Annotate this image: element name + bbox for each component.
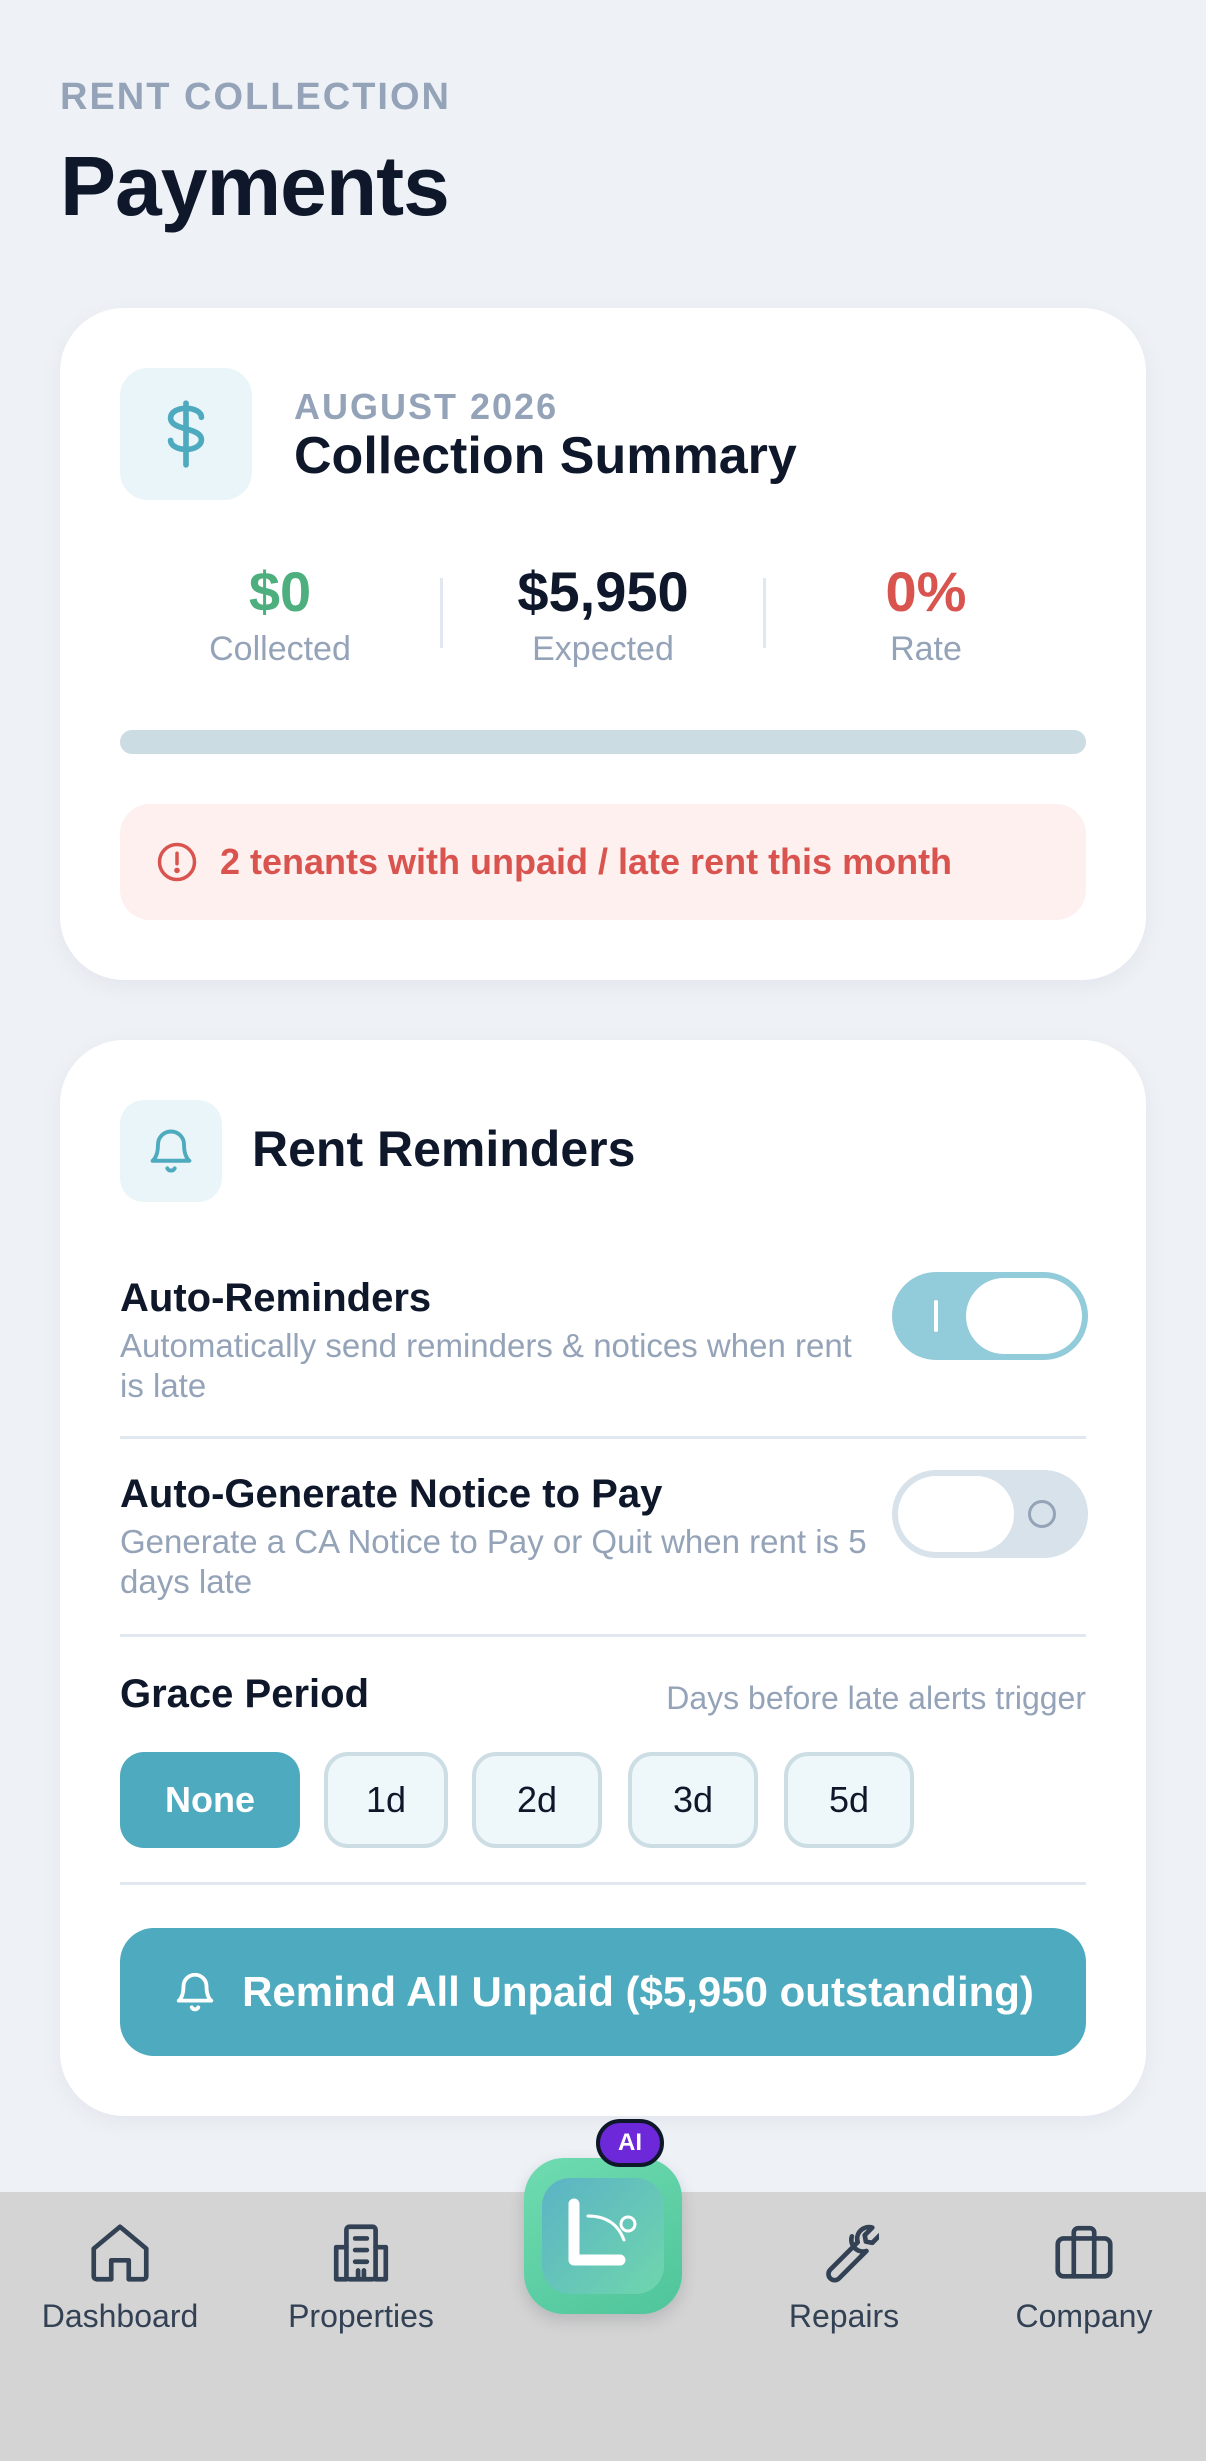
dollar-icon [167,400,205,468]
stat-collected: $0 Collected [120,560,440,669]
stat-rate: 0% Rate [766,560,1086,669]
bell-icon [150,1129,192,1173]
grace-period-title: Grace Period [120,1672,370,1716]
auto-reminders-description: Automatically send reminders & notices w… [120,1327,852,1404]
home-icon [91,2224,149,2282]
bell-icon-tile [120,1100,222,1202]
summary-title: Collection Summary [294,427,797,485]
auto-notice-description: Generate a CA Notice to Pay or Quit when… [120,1523,867,1600]
auto-reminders-title: Auto-Reminders [120,1276,432,1320]
nav-item-dashboard[interactable]: Dashboard [20,2218,220,2335]
stat-rate-label: Rate [890,630,962,668]
stat-collected-value: $0 [248,560,312,623]
payments-screen: RENT COLLECTION Payments AUGUST 2026 Col… [0,0,1206,2461]
briefcase-icon [1055,2225,1113,2279]
building-icon [333,2224,389,2282]
row-divider [120,1436,1086,1439]
grace-option-none[interactable]: None [120,1752,300,1848]
toggle-knob [966,1278,1082,1354]
bell-icon [176,1972,214,2012]
nav-item-repairs[interactable]: Repairs [744,2218,944,2335]
grace-option-3d[interactable]: 3d [628,1752,758,1848]
dollar-icon-tile [120,368,252,500]
collection-progress-bar [120,730,1086,754]
alert-text: 2 tenants with unpaid / late rent this m… [220,841,953,882]
toggle-on-mark [934,1300,938,1332]
ai-badge: AI [596,2119,664,2167]
nav-label-dashboard: Dashboard [41,2298,199,2334]
alert-circle-icon [157,842,197,882]
app-logo-tile [542,2178,664,2294]
auto-notice-toggle[interactable] [892,1470,1088,1558]
nav-label-properties: Properties [288,2298,434,2334]
page-title: Payments [60,139,450,233]
stat-expected-label: Expected [532,630,674,668]
nav-item-properties[interactable]: Properties [261,2218,461,2335]
collection-summary-card: AUGUST 2026 Collection Summary $0 Collec… [60,308,1146,980]
remind-all-unpaid-button[interactable]: Remind All Unpaid ($5,950 outstanding) [120,1928,1086,2056]
grace-period-hint: Days before late alerts trigger [666,1680,1086,1716]
auto-notice-title: Auto-Generate Notice to Pay [120,1472,663,1516]
rent-reminders-card: Rent Reminders Auto-Reminders Automatica… [60,1040,1146,2116]
summary-period: AUGUST 2026 [294,386,559,427]
stat-rate-value: 0% [885,560,967,623]
page-eyebrow: RENT COLLECTION [60,76,451,118]
toggle-knob [898,1476,1014,1552]
remind-all-unpaid-label: Remind All Unpaid ($5,950 outstanding) [242,1968,1034,2015]
reminders-title: Rent Reminders [252,1121,636,1177]
stat-expected-value: $5,950 [517,560,689,623]
nav-label-repairs: Repairs [788,2298,900,2334]
row-divider [120,1634,1086,1637]
toggle-off-mark [1028,1500,1056,1528]
grace-option-5d[interactable]: 5d [784,1752,914,1848]
auto-reminders-toggle[interactable] [892,1272,1088,1360]
app-logo-icon [568,2198,637,2266]
late-rent-alert: 2 tenants with unpaid / late rent this m… [120,804,1086,920]
stat-collected-label: Collected [209,630,351,668]
ai-assistant-button[interactable] [524,2158,682,2314]
nav-label-company: Company [1015,2298,1153,2334]
wrench-icon [826,2224,879,2283]
grace-option-2d[interactable]: 2d [472,1752,602,1848]
stat-expected: $5,950 Expected [443,560,763,669]
grace-option-1d[interactable]: 1d [324,1752,448,1848]
nav-item-company[interactable]: Company [984,2218,1184,2335]
row-divider [120,1882,1086,1885]
